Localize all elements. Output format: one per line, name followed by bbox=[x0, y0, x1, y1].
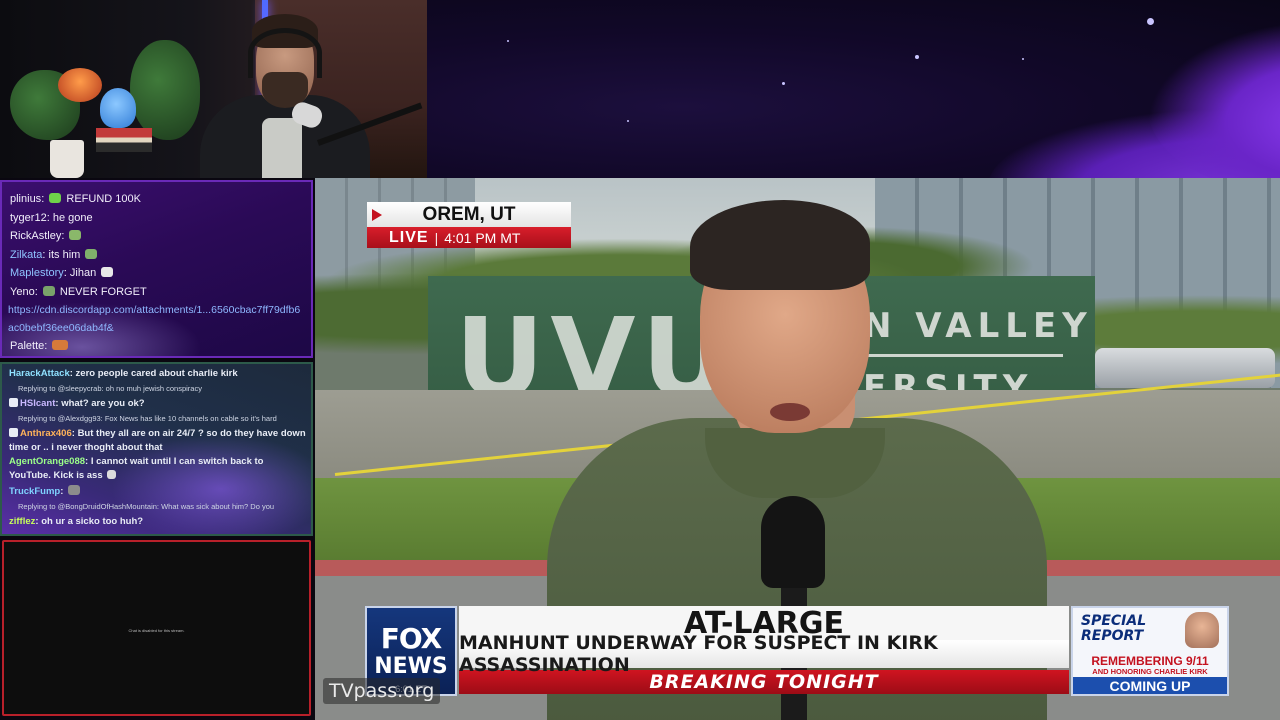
chat-username[interactable]: zifflez bbox=[9, 516, 35, 527]
play-icon bbox=[372, 209, 382, 221]
chat-reply: Replying to @Alexdgg93: Fox News has lik… bbox=[18, 414, 277, 423]
emote-icon bbox=[49, 193, 62, 203]
star-icon bbox=[1022, 58, 1024, 60]
chat-message: HarackAttack: zero people cared about ch… bbox=[9, 368, 238, 379]
emote-icon bbox=[85, 248, 98, 259]
logo-bottom-text: NEWS bbox=[374, 654, 448, 679]
star-icon bbox=[782, 82, 785, 85]
live-separator: | bbox=[434, 229, 439, 246]
reporter-collar bbox=[705, 428, 885, 498]
watermark: TVpass.org bbox=[323, 678, 441, 704]
chat-username[interactable]: HarackAttack bbox=[9, 368, 70, 379]
plant-icon bbox=[130, 40, 200, 140]
news-video[interactable]: UVU N VALLEY ERSITY OREM, UT LIVE | 4:01… bbox=[315, 178, 1280, 720]
special-line1: REMEMBERING 9/11 bbox=[1091, 654, 1209, 668]
reporter-mouth bbox=[770, 403, 810, 421]
space-banner bbox=[427, 0, 1280, 178]
chat-username[interactable]: AgentOrange088 bbox=[9, 456, 85, 467]
emote-icon bbox=[68, 485, 81, 495]
star-icon bbox=[915, 55, 919, 59]
star-icon bbox=[627, 120, 629, 122]
chat-message: tyger12: he gone bbox=[10, 211, 93, 224]
coffee-cup-icon bbox=[50, 140, 84, 178]
blue-figurine-icon bbox=[100, 88, 136, 128]
chat-message: plinius: REFUND 100K bbox=[10, 193, 141, 205]
chat-message: HSIcant: what? are you ok? bbox=[2, 397, 311, 411]
chat-username[interactable]: Palette bbox=[10, 340, 44, 352]
chat-text: zero people cared about charlie kirk bbox=[75, 368, 238, 379]
chat-username[interactable]: tyger12 bbox=[10, 212, 47, 224]
logo-top-text: FOX bbox=[380, 622, 443, 655]
special-report-card: SPECIAL REPORT REMEMBERING 9/11 AND HONO… bbox=[1071, 606, 1229, 696]
live-time: 4:01 PM MT bbox=[444, 229, 521, 246]
emote-icon bbox=[107, 470, 117, 479]
emote-icon bbox=[101, 267, 114, 277]
chat-username[interactable]: plinius bbox=[10, 193, 41, 205]
chat-text: oh ur a sicko too huh? bbox=[41, 516, 144, 527]
chat-panel-top[interactable]: plinius: REFUND 100K tyger12: he gone Ri… bbox=[0, 180, 313, 358]
orange-figurine-icon bbox=[58, 68, 102, 102]
chat-text: what? are you ok? bbox=[61, 398, 145, 409]
location-bug: OREM, UT LIVE | 4:01 PM MT bbox=[367, 202, 571, 248]
reporter-hair bbox=[690, 200, 870, 290]
portrait-icon bbox=[1185, 612, 1219, 648]
chat-message: Yeno: NEVER FORGET bbox=[10, 285, 147, 298]
chat-text: Jihan bbox=[69, 267, 97, 279]
chat-username[interactable]: RickAstley bbox=[10, 230, 61, 242]
chat-text: REFUND 100K bbox=[66, 193, 141, 205]
chat-message: AgentOrange088: I cannot wait until I ca… bbox=[9, 456, 264, 481]
emote-icon bbox=[69, 230, 82, 240]
sign-divider bbox=[863, 354, 1063, 357]
chat-message: zifflez: oh ur a sicko too huh? bbox=[9, 516, 144, 527]
chat-reply: Replying to @BongDruidOfHashMountain: Wh… bbox=[18, 502, 275, 511]
live-label: LIVE bbox=[389, 228, 429, 246]
chat-message: RickAstley: bbox=[2, 227, 311, 246]
chat-text: NEVER FORGET bbox=[59, 285, 147, 298]
chat-message: TruckFump: bbox=[2, 485, 311, 499]
books-icon bbox=[96, 128, 152, 152]
lower-third: AT-LARGE MANHUNT UNDERWAY FOR SUSPECT IN… bbox=[459, 606, 1069, 696]
badge-icon bbox=[9, 398, 18, 407]
streamer-shirt bbox=[262, 118, 302, 178]
chat-username[interactable]: Zilkata bbox=[10, 249, 42, 261]
special-line3: COMING UP bbox=[1073, 677, 1227, 694]
chat-username[interactable]: Yeno bbox=[10, 286, 35, 298]
chat-message: Zilkata: its him bbox=[2, 246, 311, 265]
subheadline: MANHUNT UNDERWAY FOR SUSPECT IN KIRK ASS… bbox=[459, 632, 1069, 676]
star-icon bbox=[1147, 18, 1154, 25]
chat-disabled-note: Chat is disabled for this stream. bbox=[128, 628, 185, 633]
location-title: OREM, UT bbox=[367, 202, 571, 227]
headset-icon bbox=[248, 28, 322, 78]
special-report-title: SPECIAL REPORT bbox=[1081, 613, 1147, 644]
chat-message: Maplestory: Jihan bbox=[2, 264, 311, 283]
chat-link[interactable]: https://cdn.discordapp.com/attachments/1… bbox=[2, 301, 306, 337]
stream-layout: plinius: REFUND 100K tyger12: he gone Ri… bbox=[0, 0, 1280, 720]
chat-username[interactable]: HSIcant bbox=[20, 398, 55, 409]
chat-username[interactable]: TruckFump bbox=[9, 486, 60, 497]
scene-cars bbox=[1095, 348, 1275, 388]
badge-icon bbox=[9, 428, 18, 437]
sign-text-line1: N VALLEY bbox=[863, 306, 1093, 346]
chat-text: its him bbox=[48, 248, 81, 261]
microphone-icon bbox=[761, 496, 825, 588]
chat-username[interactable]: Anthrax406 bbox=[20, 428, 72, 439]
live-bar: LIVE | 4:01 PM MT bbox=[367, 227, 571, 248]
chat-text: he gone bbox=[52, 211, 93, 224]
chat-message: Anthrax406: But they all are on air 24/7… bbox=[9, 428, 306, 453]
chat-reply: Replying to @sleepycrab: oh no muh jewis… bbox=[18, 384, 202, 393]
special-line2: AND HONORING CHARLIE KIRK bbox=[1092, 667, 1208, 676]
chat-panel-kick[interactable]: HarackAttack: zero people cared about ch… bbox=[0, 362, 313, 536]
emote-icon bbox=[42, 285, 55, 296]
chat-panel-disabled: Chat is disabled for this stream. bbox=[2, 540, 311, 716]
chat-message: Palette: bbox=[2, 337, 311, 356]
streamer-webcam bbox=[0, 0, 427, 178]
chat-username[interactable]: Maplestory bbox=[10, 267, 64, 279]
location-text: OREM, UT bbox=[422, 203, 516, 225]
star-icon bbox=[507, 40, 509, 42]
emote-icon bbox=[52, 340, 69, 350]
